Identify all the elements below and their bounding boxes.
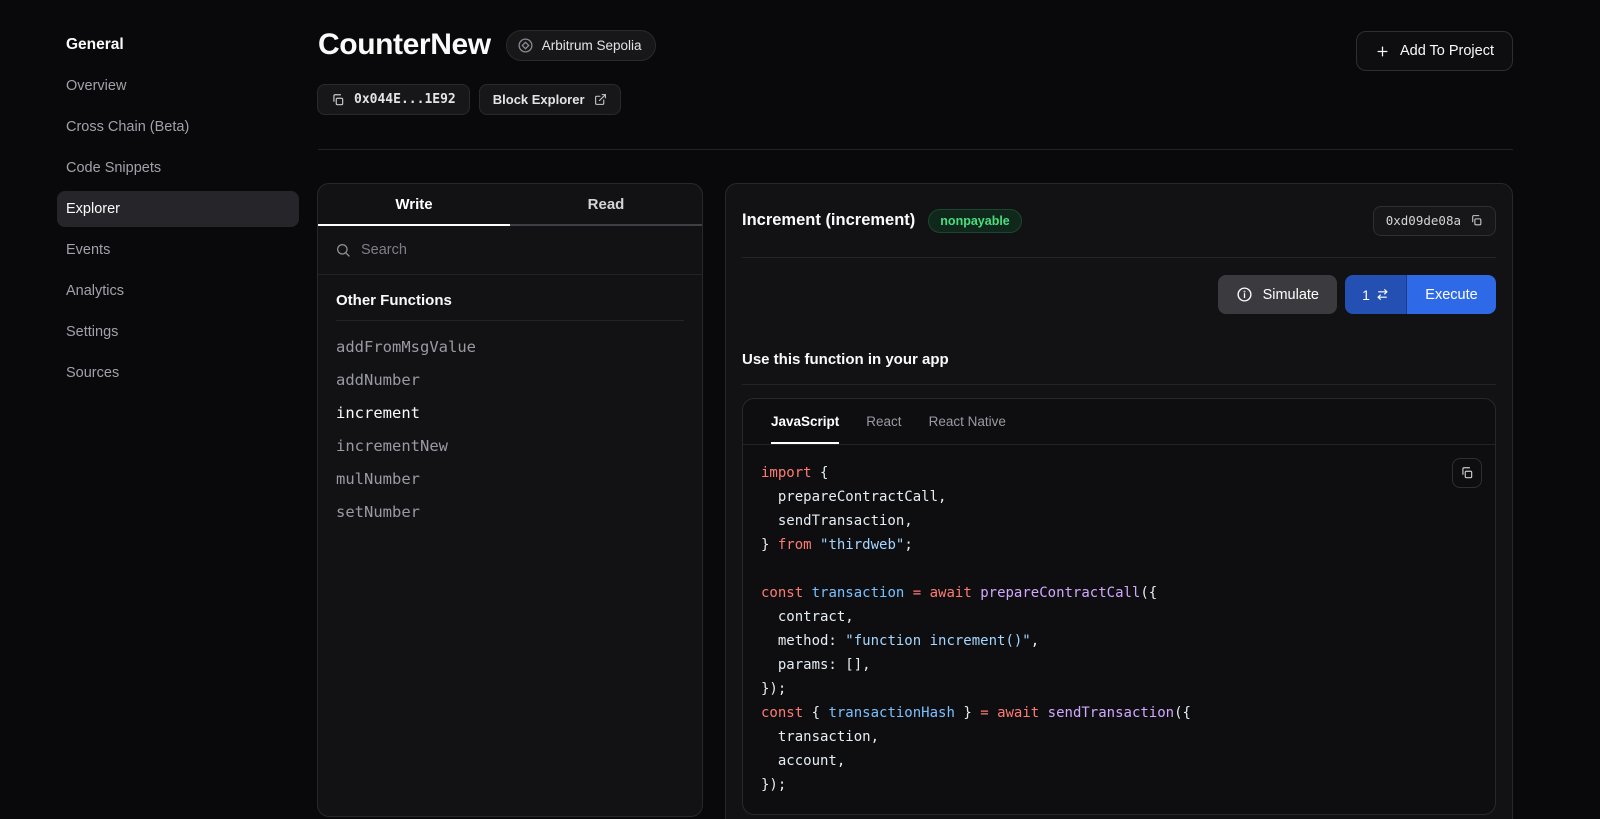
header-divider (318, 149, 1513, 150)
code-card: JavaScript React React Native import { pre… (742, 398, 1496, 815)
simulate-label: Simulate (1263, 287, 1319, 303)
sidebar-item-cross-chain-beta[interactable]: Cross Chain (Beta) (57, 109, 299, 145)
contract-address-label: 0x044E...1E92 (354, 92, 456, 107)
contract-chips-row: 0x044E...1E92 Block Explorer (317, 84, 621, 115)
sidebar-item-sources[interactable]: Sources (57, 355, 299, 391)
copy-icon (1460, 466, 1474, 480)
functions-group-title: Other Functions (336, 292, 684, 321)
code-line (761, 557, 1477, 581)
function-item-addnumber[interactable]: addNumber (336, 363, 684, 396)
chain-icon (517, 37, 534, 54)
functions-items: addFromMsgValueaddNumberincrementincreme… (336, 330, 684, 528)
code-line: }); (761, 677, 1477, 701)
page-title: CounterNew (318, 28, 491, 62)
add-to-project-button[interactable]: Add To Project (1356, 31, 1513, 71)
code-line: prepareContractCall, (761, 485, 1477, 509)
code-line: transaction, (761, 725, 1477, 749)
tab-read[interactable]: Read (510, 184, 702, 226)
sidebar-item-settings[interactable]: Settings (57, 314, 299, 350)
function-item-setnumber[interactable]: setNumber (336, 495, 684, 528)
sidebar-item-overview[interactable]: Overview (57, 68, 299, 104)
network-badge-label: Arbitrum Sepolia (542, 38, 642, 53)
function-item-mulnumber[interactable]: mulNumber (336, 462, 684, 495)
swap-arrows-icon (1376, 288, 1389, 301)
usage-divider (742, 384, 1496, 385)
code-tab-javascript[interactable]: JavaScript (771, 399, 839, 444)
external-link-icon (594, 93, 607, 106)
search-row (318, 226, 702, 275)
execute-button-group: 1 Execute (1345, 275, 1496, 314)
copy-code-button[interactable] (1452, 458, 1482, 488)
sidebar-nav: Overview Cross Chain (Beta) Code Snippets E… (57, 68, 299, 391)
code-line: import { (761, 461, 1477, 485)
code-line: const { transactionHash } = await sendTr… (761, 701, 1477, 725)
sidebar-item-explorer[interactable]: Explorer (57, 191, 299, 227)
simulate-button[interactable]: Simulate (1218, 275, 1337, 314)
code-tabs: JavaScript React React Native (743, 399, 1495, 445)
code-line: }); (761, 773, 1477, 797)
function-selector-label: 0xd09de08a (1386, 213, 1461, 228)
actions-row: Simulate 1 Execute (742, 275, 1496, 314)
sidebar-item-analytics[interactable]: Analytics (57, 273, 299, 309)
function-selector-button[interactable]: 0xd09de08a (1373, 206, 1496, 236)
function-title: Increment (increment) (742, 211, 915, 230)
network-badge[interactable]: Arbitrum Sepolia (506, 30, 657, 61)
code-tab-react[interactable]: React (866, 399, 901, 444)
code-line: params: [], (761, 653, 1477, 677)
function-detail-header: Increment (increment) nonpayable 0xd09de… (726, 184, 1512, 257)
copy-icon (1470, 214, 1483, 227)
function-detail-panel: Increment (increment) nonpayable 0xd09de… (725, 183, 1513, 819)
functions-panel: WriteRead Other Functions addFromMsgValu… (317, 183, 703, 817)
code-line: const transaction = await prepareContrac… (761, 581, 1477, 605)
sidebar-item-events[interactable]: Events (57, 232, 299, 268)
function-item-incrementnew[interactable]: incrementNew (336, 429, 684, 462)
function-item-addfrommsgvalue[interactable]: addFromMsgValue (336, 330, 684, 363)
sidebar-section-label: General (66, 36, 124, 54)
code-line: contract, (761, 605, 1477, 629)
code-line: sendTransaction, (761, 509, 1477, 533)
info-icon (1236, 286, 1253, 303)
functions-tabs: WriteRead (318, 184, 702, 226)
block-explorer-label: Block Explorer (493, 92, 585, 107)
code-line: account, (761, 749, 1477, 773)
plus-icon (1375, 44, 1390, 59)
tab-write[interactable]: Write (318, 184, 510, 226)
usage-heading: Use this function in your app (742, 351, 1496, 368)
code-area: import { prepareContractCall, sendTransa… (743, 445, 1495, 813)
execute-count-value: 1 (1362, 287, 1370, 303)
code-tab-react-native[interactable]: React Native (929, 399, 1006, 444)
execute-button[interactable]: Execute (1407, 275, 1496, 314)
search-input[interactable] (361, 242, 685, 258)
add-to-project-label: Add To Project (1400, 43, 1494, 59)
code-line: } from "thirdweb"; (761, 533, 1477, 557)
code-block: import { prepareContractCall, sendTransa… (761, 461, 1477, 797)
search-icon (335, 242, 351, 258)
sidebar-item-code-snippets[interactable]: Code Snippets (57, 150, 299, 186)
contract-address-button[interactable]: 0x044E...1E92 (317, 84, 470, 115)
copy-icon (331, 93, 345, 107)
functions-list: Other Functions addFromMsgValueaddNumber… (318, 275, 702, 545)
function-item-increment[interactable]: increment (336, 396, 684, 429)
mutability-badge: nonpayable (928, 209, 1021, 233)
execute-label: Execute (1425, 287, 1477, 303)
block-explorer-button[interactable]: Block Explorer (479, 84, 621, 115)
execute-count-button[interactable]: 1 (1345, 275, 1407, 314)
code-line: method: "function increment()", (761, 629, 1477, 653)
function-detail-body: Simulate 1 Execute Use this function in … (726, 258, 1512, 815)
page-header: CounterNew Arbitrum Sepolia (318, 28, 656, 62)
sidebar: General Overview Cross Chain (Beta) Code S… (0, 0, 317, 819)
